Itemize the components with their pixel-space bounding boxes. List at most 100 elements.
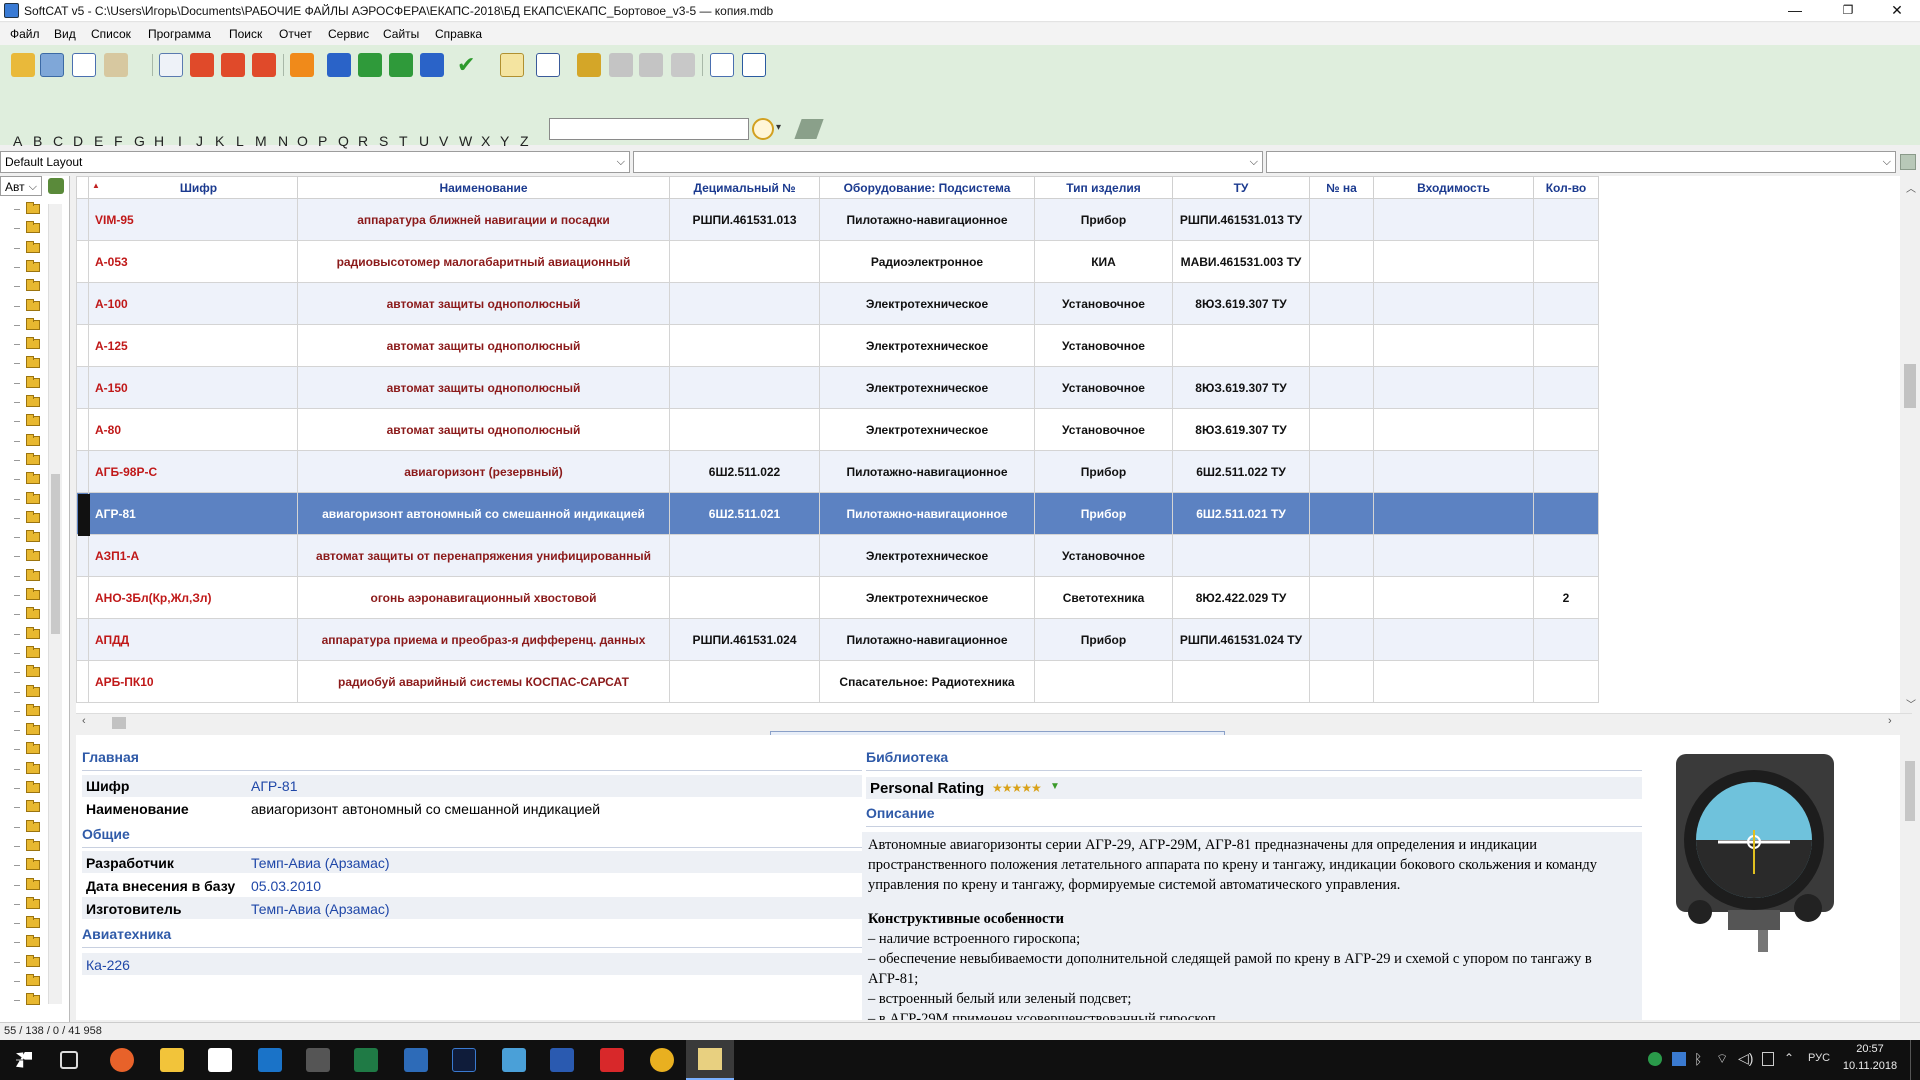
table-row[interactable]: А-053 радиовысотомер малогабаритный авиац… (76, 240, 1599, 283)
cell-name[interactable]: аппаратура приема и преобраз-я дифференц… (297, 618, 670, 661)
cell-no[interactable] (1309, 450, 1374, 493)
folder-icon[interactable] (26, 530, 40, 543)
cell-tu[interactable]: 8ЮЗ.619.307 ТУ (1172, 366, 1310, 409)
row-indicator[interactable] (76, 618, 89, 661)
edit-checklist-icon[interactable] (500, 53, 524, 77)
alpha-d[interactable]: D (73, 133, 83, 149)
cell-tu[interactable] (1172, 534, 1310, 577)
cell-qty[interactable] (1533, 198, 1599, 241)
alpha-q[interactable]: Q (338, 133, 349, 149)
cell-type[interactable]: Установочное (1034, 366, 1173, 409)
clear-layout-icon[interactable] (1900, 154, 1916, 170)
alpha-i[interactable]: I (178, 133, 182, 149)
cell-name[interactable]: автомат защиты однополюсный (297, 408, 670, 451)
cell-equipment[interactable]: Электротехническое (819, 282, 1035, 325)
hscroll-thumb[interactable] (112, 717, 126, 729)
row-indicator[interactable] (76, 408, 89, 451)
cell-decimal[interactable] (669, 408, 820, 451)
folder-icon[interactable] (26, 298, 40, 311)
cell-type[interactable]: Прибор (1034, 450, 1173, 493)
cell-equipment[interactable]: Электротехническое (819, 324, 1035, 367)
menu-help[interactable]: Справка (435, 27, 482, 41)
alpha-u[interactable]: U (419, 133, 429, 149)
folder-icon[interactable] (26, 375, 40, 388)
cell-entry[interactable] (1373, 366, 1534, 409)
table-row[interactable]: АГР-81 авиагоризонт автономный со смешанн… (76, 492, 1599, 535)
scroll-right-icon[interactable]: › (1888, 715, 1892, 727)
table-row[interactable]: АЗП1-А автомат защиты от перенапряжения у… (76, 534, 1599, 577)
alpha-v[interactable]: V (439, 133, 448, 149)
cipher-value[interactable]: АГР-81 (251, 778, 298, 794)
network-icon[interactable]: ⌃ (1784, 1051, 1794, 1065)
refresh-icon[interactable] (290, 53, 314, 77)
alpha-p[interactable]: P (318, 133, 327, 149)
folder-icon[interactable] (26, 259, 40, 272)
cell-equipment[interactable]: Электротехническое (819, 576, 1035, 619)
row-indicator[interactable] (76, 450, 89, 493)
col-header-qty[interactable]: Кол-во (1533, 176, 1599, 199)
folder-icon[interactable] (26, 974, 40, 986)
cell-decimal[interactable]: 6Ш2.511.022 (669, 450, 820, 493)
folder-icon[interactable] (26, 221, 40, 234)
table-view-icon[interactable] (72, 53, 96, 77)
folder-icon[interactable] (26, 954, 40, 967)
alpha-c[interactable]: C (53, 133, 63, 149)
cell-decimal[interactable] (669, 576, 820, 619)
cell-no[interactable] (1309, 534, 1374, 577)
alpha-g[interactable]: G (134, 133, 145, 149)
cell-cipher[interactable]: АЗП1-А (88, 534, 298, 577)
cell-entry[interactable] (1373, 408, 1534, 451)
folder-icon[interactable] (26, 549, 40, 562)
folder-icon[interactable] (26, 607, 40, 620)
folder-icon[interactable] (26, 510, 40, 523)
table-row[interactable]: А-125 автомат защиты однополюсный Электрот… (76, 324, 1599, 367)
cell-qty[interactable] (1533, 240, 1599, 283)
cell-type[interactable]: Установочное (1034, 324, 1173, 367)
cell-qty[interactable] (1533, 366, 1599, 409)
menu-sites[interactable]: Сайты (383, 27, 419, 41)
folder-icon[interactable] (26, 935, 40, 948)
cell-type[interactable]: Установочное (1034, 282, 1173, 325)
alpha-x[interactable]: X (481, 133, 490, 149)
folder-icon[interactable] (26, 665, 40, 678)
cell-tu[interactable] (1172, 660, 1310, 703)
cell-qty[interactable] (1533, 492, 1599, 535)
export-icon[interactable] (710, 53, 734, 77)
alpha-j[interactable]: J (196, 133, 203, 149)
folder-icon[interactable] (26, 337, 40, 350)
folder-icon[interactable] (26, 626, 40, 639)
table-row[interactable]: А-100 автомат защиты однополюсный Электрот… (76, 282, 1599, 325)
cell-decimal[interactable] (669, 240, 820, 283)
row-indicator[interactable] (76, 366, 89, 409)
cell-qty[interactable] (1533, 324, 1599, 367)
cell-decimal[interactable]: 6Ш2.511.021 (669, 492, 820, 535)
alpha-n[interactable]: N (278, 133, 288, 149)
next-record-icon[interactable] (389, 53, 413, 77)
row-indicator[interactable] (76, 282, 89, 325)
alpha-b[interactable]: B (33, 133, 42, 149)
search-icon[interactable] (752, 118, 774, 140)
row-indicator[interactable] (76, 324, 89, 367)
col-header-type[interactable]: Тип изделия (1034, 176, 1173, 199)
alpha-z[interactable]: Z (520, 133, 529, 149)
cell-entry[interactable] (1373, 576, 1534, 619)
cell-type[interactable]: КИА (1034, 240, 1173, 283)
cell-tu[interactable]: МАВИ.461531.003 ТУ (1172, 240, 1310, 283)
cell-tu[interactable]: 8ЮЗ.619.307 ТУ (1172, 408, 1310, 451)
chart-report-icon[interactable] (742, 53, 766, 77)
softcat-taskbar-button[interactable] (686, 1040, 734, 1080)
cell-entry[interactable] (1373, 450, 1534, 493)
alpha-y[interactable]: Y (500, 133, 509, 149)
scroll-down-icon[interactable]: ﹀ (1906, 696, 1916, 711)
cell-qty[interactable] (1533, 450, 1599, 493)
excel-icon[interactable] (354, 1048, 378, 1072)
cell-tu[interactable]: 8Ю2.422.029 ТУ (1172, 576, 1310, 619)
cell-no[interactable] (1309, 618, 1374, 661)
open-database-icon[interactable] (11, 53, 35, 77)
tray-mail-icon[interactable] (1672, 1052, 1686, 1066)
cell-equipment[interactable]: Пилотажно-навигационное (819, 618, 1035, 661)
detail-scrollbar[interactable] (1900, 735, 1920, 1020)
cell-qty[interactable] (1533, 660, 1599, 703)
grid-vertical-scrollbar[interactable]: ︿ ﹀ (1900, 176, 1920, 713)
folder-icon[interactable] (26, 916, 40, 929)
